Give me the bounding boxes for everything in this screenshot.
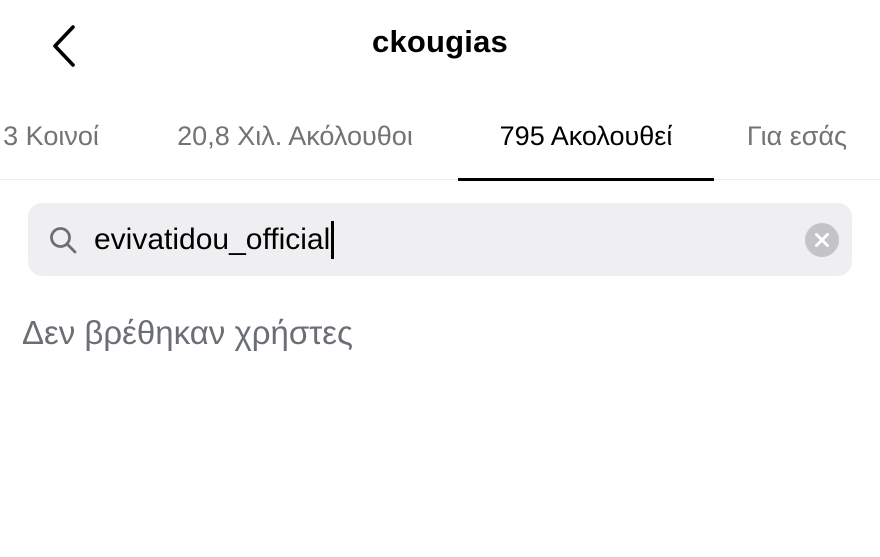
tab-label: 3 Κοινοί [3, 120, 99, 151]
tab-following[interactable]: 795 Ακολουθεί [458, 92, 714, 181]
search-input[interactable]: evivatidou_official [94, 203, 335, 276]
clear-circle-icon[interactable] [805, 223, 839, 257]
top-bar: ckougias [0, 0, 880, 92]
text-cursor [331, 220, 335, 259]
no-results-message: Δεν βρέθηκαν χρήστες [22, 314, 353, 351]
active-tab-indicator [458, 178, 714, 181]
search-input-value: evivatidou_official [94, 222, 331, 256]
tab-followers[interactable]: 20,8 Χιλ. Ακόλουθοι [152, 92, 438, 180]
tab-mutual[interactable]: 3 Κοινοί [0, 92, 110, 180]
tab-label: Για εσάς [746, 120, 848, 151]
tab-label: 795 Ακολουθεί [499, 120, 673, 151]
follow-tabs: 3 Κοινοί 20,8 Χιλ. Ακόλουθοι 795 Ακολουθ… [0, 92, 880, 181]
tab-for-you[interactable]: Για εσάς [734, 92, 860, 180]
search-icon [50, 227, 77, 254]
page-title: ckougias [372, 24, 508, 59]
tab-label: 20,8 Χιλ. Ακόλουθοι [177, 120, 413, 151]
search-bar[interactable]: evivatidou_official [28, 203, 852, 276]
